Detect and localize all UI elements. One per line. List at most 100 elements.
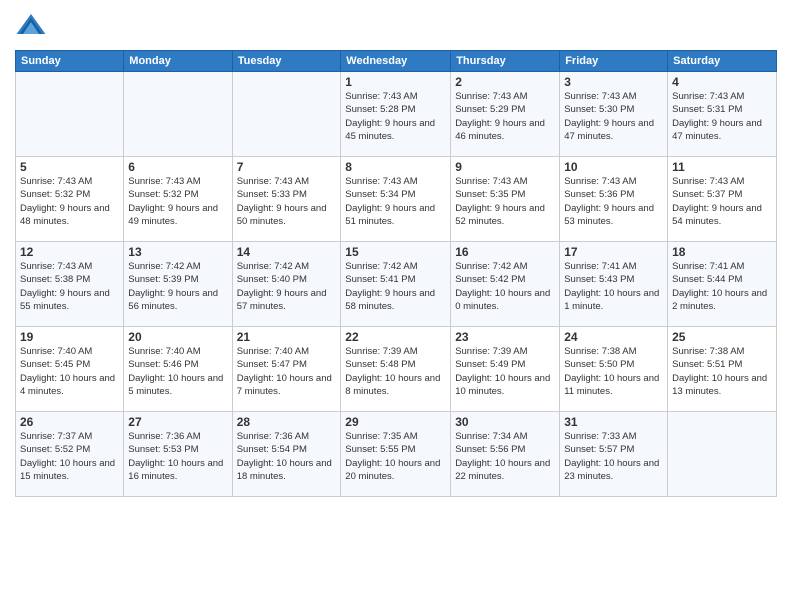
day-number: 14 bbox=[237, 245, 337, 259]
logo bbox=[15, 10, 51, 42]
calendar-cell bbox=[668, 412, 777, 497]
day-info: Sunrise: 7:43 AM Sunset: 5:31 PM Dayligh… bbox=[672, 90, 772, 143]
calendar-cell: 2Sunrise: 7:43 AM Sunset: 5:29 PM Daylig… bbox=[451, 72, 560, 157]
calendar-cell: 4Sunrise: 7:43 AM Sunset: 5:31 PM Daylig… bbox=[668, 72, 777, 157]
day-number: 10 bbox=[564, 160, 663, 174]
calendar-cell: 17Sunrise: 7:41 AM Sunset: 5:43 PM Dayli… bbox=[560, 242, 668, 327]
calendar-cell: 31Sunrise: 7:33 AM Sunset: 5:57 PM Dayli… bbox=[560, 412, 668, 497]
day-info: Sunrise: 7:36 AM Sunset: 5:53 PM Dayligh… bbox=[128, 430, 227, 483]
day-info: Sunrise: 7:40 AM Sunset: 5:47 PM Dayligh… bbox=[237, 345, 337, 398]
day-number: 5 bbox=[20, 160, 119, 174]
calendar-cell: 3Sunrise: 7:43 AM Sunset: 5:30 PM Daylig… bbox=[560, 72, 668, 157]
day-number: 11 bbox=[672, 160, 772, 174]
day-number: 24 bbox=[564, 330, 663, 344]
calendar-cell: 8Sunrise: 7:43 AM Sunset: 5:34 PM Daylig… bbox=[341, 157, 451, 242]
day-number: 6 bbox=[128, 160, 227, 174]
calendar-cell: 24Sunrise: 7:38 AM Sunset: 5:50 PM Dayli… bbox=[560, 327, 668, 412]
day-info: Sunrise: 7:37 AM Sunset: 5:52 PM Dayligh… bbox=[20, 430, 119, 483]
header bbox=[15, 10, 777, 42]
calendar-cell: 13Sunrise: 7:42 AM Sunset: 5:39 PM Dayli… bbox=[124, 242, 232, 327]
day-info: Sunrise: 7:38 AM Sunset: 5:50 PM Dayligh… bbox=[564, 345, 663, 398]
day-header-sunday: Sunday bbox=[16, 51, 124, 72]
calendar-cell: 26Sunrise: 7:37 AM Sunset: 5:52 PM Dayli… bbox=[16, 412, 124, 497]
day-number: 25 bbox=[672, 330, 772, 344]
day-info: Sunrise: 7:43 AM Sunset: 5:38 PM Dayligh… bbox=[20, 260, 119, 313]
day-info: Sunrise: 7:39 AM Sunset: 5:48 PM Dayligh… bbox=[345, 345, 446, 398]
calendar-header-row: SundayMondayTuesdayWednesdayThursdayFrid… bbox=[16, 51, 777, 72]
day-number: 4 bbox=[672, 75, 772, 89]
calendar-cell: 12Sunrise: 7:43 AM Sunset: 5:38 PM Dayli… bbox=[16, 242, 124, 327]
day-number: 2 bbox=[455, 75, 555, 89]
calendar-cell: 29Sunrise: 7:35 AM Sunset: 5:55 PM Dayli… bbox=[341, 412, 451, 497]
day-info: Sunrise: 7:43 AM Sunset: 5:28 PM Dayligh… bbox=[345, 90, 446, 143]
day-info: Sunrise: 7:40 AM Sunset: 5:45 PM Dayligh… bbox=[20, 345, 119, 398]
day-info: Sunrise: 7:43 AM Sunset: 5:36 PM Dayligh… bbox=[564, 175, 663, 228]
calendar-table: SundayMondayTuesdayWednesdayThursdayFrid… bbox=[15, 50, 777, 497]
calendar-cell: 14Sunrise: 7:42 AM Sunset: 5:40 PM Dayli… bbox=[232, 242, 341, 327]
day-info: Sunrise: 7:43 AM Sunset: 5:33 PM Dayligh… bbox=[237, 175, 337, 228]
calendar-cell bbox=[232, 72, 341, 157]
calendar-cell: 30Sunrise: 7:34 AM Sunset: 5:56 PM Dayli… bbox=[451, 412, 560, 497]
day-number: 23 bbox=[455, 330, 555, 344]
calendar-cell: 22Sunrise: 7:39 AM Sunset: 5:48 PM Dayli… bbox=[341, 327, 451, 412]
day-number: 30 bbox=[455, 415, 555, 429]
day-info: Sunrise: 7:42 AM Sunset: 5:40 PM Dayligh… bbox=[237, 260, 337, 313]
calendar-cell: 10Sunrise: 7:43 AM Sunset: 5:36 PM Dayli… bbox=[560, 157, 668, 242]
day-number: 12 bbox=[20, 245, 119, 259]
day-info: Sunrise: 7:36 AM Sunset: 5:54 PM Dayligh… bbox=[237, 430, 337, 483]
day-number: 18 bbox=[672, 245, 772, 259]
calendar-cell: 16Sunrise: 7:42 AM Sunset: 5:42 PM Dayli… bbox=[451, 242, 560, 327]
calendar-cell bbox=[16, 72, 124, 157]
day-info: Sunrise: 7:38 AM Sunset: 5:51 PM Dayligh… bbox=[672, 345, 772, 398]
day-number: 17 bbox=[564, 245, 663, 259]
calendar-cell: 6Sunrise: 7:43 AM Sunset: 5:32 PM Daylig… bbox=[124, 157, 232, 242]
day-header-saturday: Saturday bbox=[668, 51, 777, 72]
calendar-cell: 23Sunrise: 7:39 AM Sunset: 5:49 PM Dayli… bbox=[451, 327, 560, 412]
day-info: Sunrise: 7:41 AM Sunset: 5:44 PM Dayligh… bbox=[672, 260, 772, 313]
calendar-cell: 27Sunrise: 7:36 AM Sunset: 5:53 PM Dayli… bbox=[124, 412, 232, 497]
day-header-friday: Friday bbox=[560, 51, 668, 72]
calendar-week-row: 12Sunrise: 7:43 AM Sunset: 5:38 PM Dayli… bbox=[16, 242, 777, 327]
day-number: 9 bbox=[455, 160, 555, 174]
day-number: 3 bbox=[564, 75, 663, 89]
calendar-cell: 1Sunrise: 7:43 AM Sunset: 5:28 PM Daylig… bbox=[341, 72, 451, 157]
day-info: Sunrise: 7:43 AM Sunset: 5:29 PM Dayligh… bbox=[455, 90, 555, 143]
calendar-cell: 20Sunrise: 7:40 AM Sunset: 5:46 PM Dayli… bbox=[124, 327, 232, 412]
day-header-monday: Monday bbox=[124, 51, 232, 72]
calendar-cell: 28Sunrise: 7:36 AM Sunset: 5:54 PM Dayli… bbox=[232, 412, 341, 497]
logo-icon bbox=[15, 10, 47, 42]
day-header-tuesday: Tuesday bbox=[232, 51, 341, 72]
day-info: Sunrise: 7:43 AM Sunset: 5:32 PM Dayligh… bbox=[20, 175, 119, 228]
calendar-cell: 9Sunrise: 7:43 AM Sunset: 5:35 PM Daylig… bbox=[451, 157, 560, 242]
day-number: 1 bbox=[345, 75, 446, 89]
calendar-cell: 5Sunrise: 7:43 AM Sunset: 5:32 PM Daylig… bbox=[16, 157, 124, 242]
calendar-cell: 21Sunrise: 7:40 AM Sunset: 5:47 PM Dayli… bbox=[232, 327, 341, 412]
calendar-week-row: 5Sunrise: 7:43 AM Sunset: 5:32 PM Daylig… bbox=[16, 157, 777, 242]
day-number: 20 bbox=[128, 330, 227, 344]
day-info: Sunrise: 7:42 AM Sunset: 5:39 PM Dayligh… bbox=[128, 260, 227, 313]
day-number: 8 bbox=[345, 160, 446, 174]
calendar-week-row: 19Sunrise: 7:40 AM Sunset: 5:45 PM Dayli… bbox=[16, 327, 777, 412]
day-number: 21 bbox=[237, 330, 337, 344]
day-number: 29 bbox=[345, 415, 446, 429]
day-info: Sunrise: 7:42 AM Sunset: 5:41 PM Dayligh… bbox=[345, 260, 446, 313]
day-info: Sunrise: 7:43 AM Sunset: 5:37 PM Dayligh… bbox=[672, 175, 772, 228]
calendar-cell: 25Sunrise: 7:38 AM Sunset: 5:51 PM Dayli… bbox=[668, 327, 777, 412]
day-number: 31 bbox=[564, 415, 663, 429]
day-info: Sunrise: 7:39 AM Sunset: 5:49 PM Dayligh… bbox=[455, 345, 555, 398]
day-header-wednesday: Wednesday bbox=[341, 51, 451, 72]
calendar-page: SundayMondayTuesdayWednesdayThursdayFrid… bbox=[0, 0, 792, 612]
day-info: Sunrise: 7:35 AM Sunset: 5:55 PM Dayligh… bbox=[345, 430, 446, 483]
calendar-cell: 15Sunrise: 7:42 AM Sunset: 5:41 PM Dayli… bbox=[341, 242, 451, 327]
day-info: Sunrise: 7:43 AM Sunset: 5:34 PM Dayligh… bbox=[345, 175, 446, 228]
calendar-cell: 18Sunrise: 7:41 AM Sunset: 5:44 PM Dayli… bbox=[668, 242, 777, 327]
calendar-cell: 19Sunrise: 7:40 AM Sunset: 5:45 PM Dayli… bbox=[16, 327, 124, 412]
day-number: 19 bbox=[20, 330, 119, 344]
calendar-cell bbox=[124, 72, 232, 157]
calendar-week-row: 26Sunrise: 7:37 AM Sunset: 5:52 PM Dayli… bbox=[16, 412, 777, 497]
day-info: Sunrise: 7:33 AM Sunset: 5:57 PM Dayligh… bbox=[564, 430, 663, 483]
day-info: Sunrise: 7:43 AM Sunset: 5:30 PM Dayligh… bbox=[564, 90, 663, 143]
calendar-cell: 7Sunrise: 7:43 AM Sunset: 5:33 PM Daylig… bbox=[232, 157, 341, 242]
day-info: Sunrise: 7:43 AM Sunset: 5:32 PM Dayligh… bbox=[128, 175, 227, 228]
day-number: 7 bbox=[237, 160, 337, 174]
